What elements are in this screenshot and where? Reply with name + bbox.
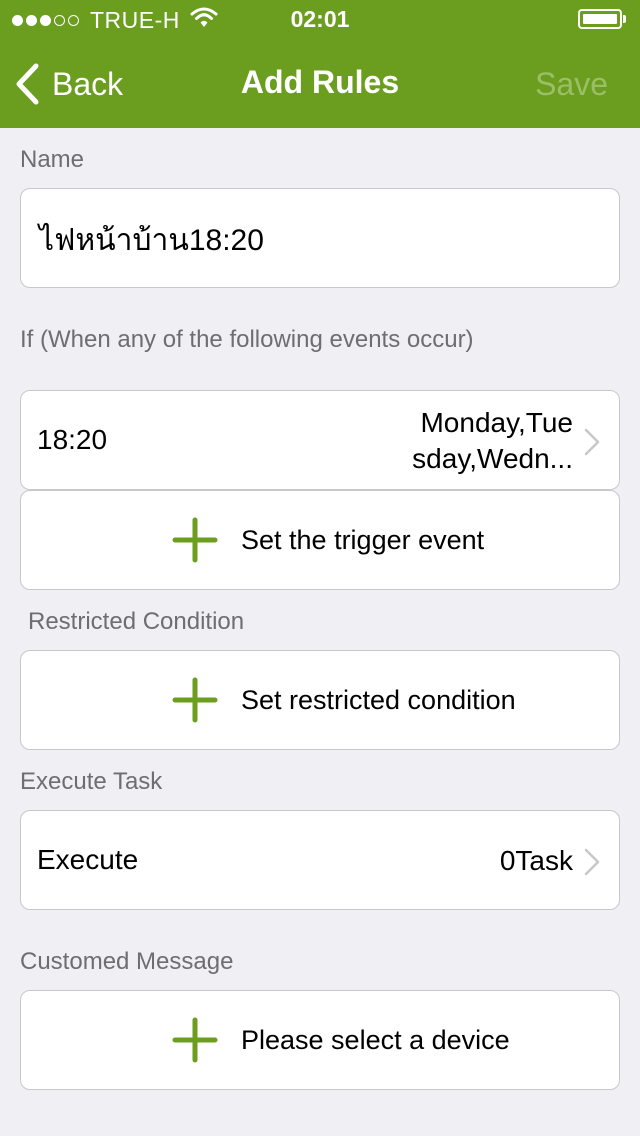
battery-icon: [578, 9, 622, 29]
plus-icon: [172, 517, 218, 563]
restricted-section-label: Restricted Condition: [28, 608, 245, 635]
back-button[interactable]: Back: [14, 58, 123, 110]
trigger-event-time: 18:20: [37, 424, 108, 455]
status-bar: TRUE-H 02:01: [0, 0, 640, 40]
trigger-event-row[interactable]: 18:20 Monday,Tue sday,Wedn...: [20, 390, 620, 490]
name-section-label: Name: [20, 146, 85, 173]
select-device-label: Please select a device: [241, 1024, 510, 1055]
name-field[interactable]: ไฟหน้าบ้าน18:20: [20, 188, 620, 288]
execute-row-label: Execute: [37, 844, 139, 875]
battery-tip: [623, 15, 626, 23]
set-restricted-condition-button[interactable]: Set restricted condition: [20, 650, 620, 750]
message-section-label: Customed Message: [20, 948, 234, 975]
execute-task-count: 0Task: [499, 845, 573, 876]
trigger-event-days: Monday,Tue sday,Wedn...: [412, 405, 573, 477]
navigation-header: TRUE-H 02:01 Back Add Rules Save: [0, 0, 640, 128]
execute-section-label: Execute Task: [20, 768, 163, 795]
save-button[interactable]: Save: [535, 66, 608, 103]
chevron-right-icon: [584, 428, 600, 456]
trigger-event-days-line1: Monday,Tue: [420, 407, 573, 438]
set-trigger-event-button[interactable]: Set the trigger event: [20, 490, 620, 590]
chevron-left-icon: [16, 63, 39, 105]
chevron-right-icon: [584, 848, 600, 876]
back-button-label: Back: [52, 65, 124, 102]
name-field-value: ไฟหน้าบ้าน18:20: [39, 224, 264, 257]
plus-icon: [172, 677, 218, 723]
if-section-label: If (When any of the following events occ…: [20, 326, 474, 353]
select-device-button[interactable]: Please select a device: [20, 990, 620, 1090]
trigger-event-days-line2: sday,Wedn...: [412, 443, 573, 474]
plus-icon: [172, 1017, 218, 1063]
set-restricted-condition-label: Set restricted condition: [241, 684, 516, 715]
status-time: 02:01: [290, 6, 350, 32]
execute-task-row[interactable]: Execute 0Task: [20, 810, 620, 910]
set-trigger-event-label: Set the trigger event: [241, 524, 485, 555]
